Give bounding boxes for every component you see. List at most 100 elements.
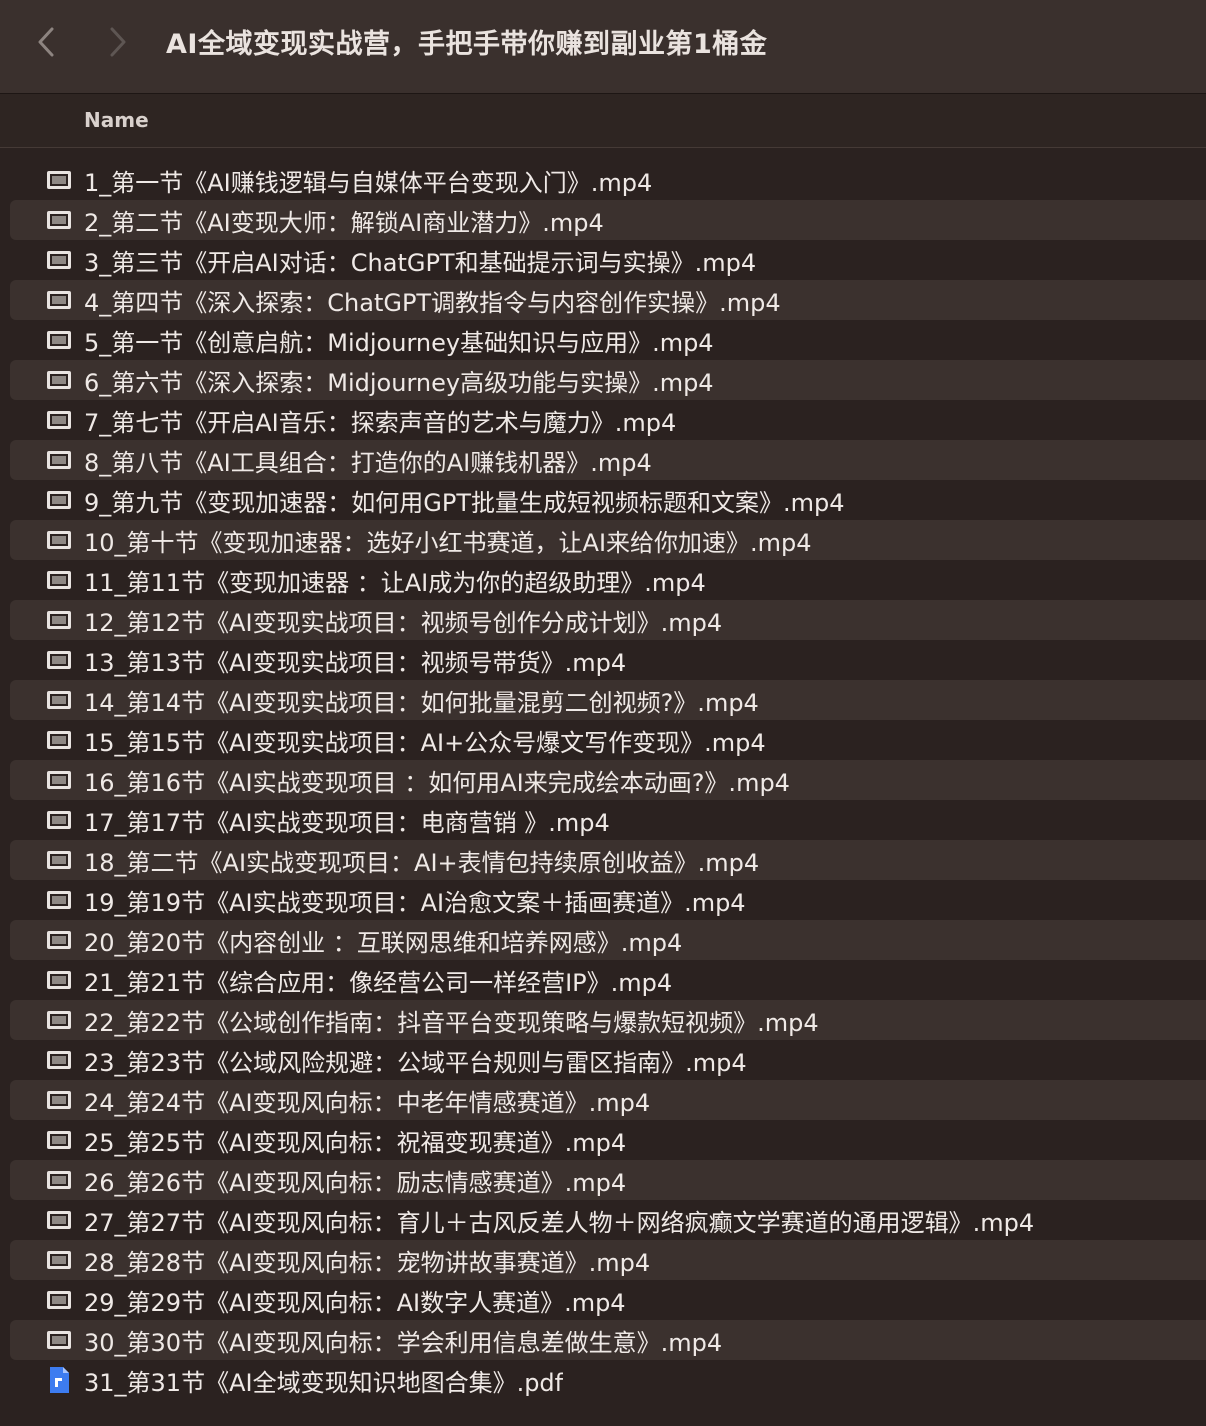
video-file-icon (44, 1167, 74, 1193)
file-row[interactable]: 4_第四节《深入探索：ChatGPT调教指令与内容创作实操》.mp4 (10, 280, 1206, 320)
file-row[interactable]: 24_第24节《AI变现风向标：中老年情感赛道》.mp4 (10, 1080, 1206, 1120)
file-name: 16_第16节《AI实战变现项目 ：如何用AI来完成绘本动画?》.mp4 (84, 768, 790, 797)
file-name: 18_第二节《AI实战变现项目：AI+表情包持续原创收益》.mp4 (84, 848, 760, 877)
file-name: 19_第19节《AI实战变现项目：AI治愈文案＋插画赛道》.mp4 (84, 888, 746, 917)
file-name: 2_第二节《AI变现大师：解锁AI商业潜力》.mp4 (84, 208, 604, 237)
video-file-icon (44, 727, 74, 753)
file-name: 31_第31节《AI全域变现知识地图合集》.pdf (84, 1368, 564, 1397)
file-row[interactable]: 7_第七节《开启AI音乐：探索声音的艺术与魔力》.mp4 (10, 400, 1206, 440)
file-name: 28_第28节《AI变现风向标：宠物讲故事赛道》.mp4 (84, 1248, 651, 1277)
file-name: 1_第一节《AI赚钱逻辑与自媒体平台变现入门》.mp4 (84, 168, 653, 197)
file-row[interactable]: 6_第六节《深入探索：Midjourney高级功能与实操》.mp4 (10, 360, 1206, 400)
video-file-icon (44, 167, 74, 193)
window-title: AI全域变现实战营，手把手带你赚到副业第1桶金 (166, 29, 768, 60)
file-name: 5_第一节《创意启航：Midjourney基础知识与应用》.mp4 (84, 328, 714, 357)
file-row[interactable]: 9_第九节《变现加速器：如何用GPT批量生成短视频标题和文案》.mp4 (10, 480, 1206, 520)
file-row[interactable]: 11_第11节《变现加速器 ：让AI成为你的超级助理》.mp4 (10, 560, 1206, 600)
file-list: 1_第一节《AI赚钱逻辑与自媒体平台变现入门》.mp4 2_第二节《AI变现大师：… (0, 160, 1206, 1400)
file-row[interactable]: 31_第31节《AI全域变现知识地图合集》.pdf (10, 1360, 1206, 1400)
file-row[interactable]: 10_第十节《变现加速器：选好小红书赛道，让AI来给你加速》.mp4 (10, 520, 1206, 560)
video-file-icon (44, 1127, 74, 1153)
file-row[interactable]: 27_第27节《AI变现风向标：育儿＋古风反差人物＋网络疯癫文学赛道的通用逻辑》… (10, 1200, 1206, 1240)
file-name: 9_第九节《变现加速器：如何用GPT批量生成短视频标题和文案》.mp4 (84, 488, 845, 517)
file-row[interactable]: 16_第16节《AI实战变现项目 ：如何用AI来完成绘本动画?》.mp4 (10, 760, 1206, 800)
video-file-icon (44, 607, 74, 633)
video-file-icon (44, 1287, 74, 1313)
file-name: 13_第13节《AI变现实战项目：视频号带货》.mp4 (84, 648, 627, 677)
file-row[interactable]: 19_第19节《AI实战变现项目：AI治愈文案＋插画赛道》.mp4 (10, 880, 1206, 920)
list-header: Name (0, 94, 1206, 148)
video-file-icon (44, 647, 74, 673)
video-file-icon (44, 847, 74, 873)
file-name: 25_第25节《AI变现风向标：祝福变现赛道》.mp4 (84, 1128, 627, 1157)
name-column-header[interactable]: Name (84, 108, 149, 132)
chevron-left-icon (38, 27, 54, 57)
back-button[interactable] (26, 20, 66, 64)
file-name: 23_第23节《公域风险规避：公域平台规则与雷区指南》.mp4 (84, 1048, 747, 1077)
file-row[interactable]: 17_第17节《AI实战变现项目：电商营销 》.mp4 (10, 800, 1206, 840)
file-row[interactable]: 3_第三节《开启AI对话：ChatGPT和基础提示词与实操》.mp4 (10, 240, 1206, 280)
file-name: 8_第八节《AI工具组合：打造你的AI赚钱机器》.mp4 (84, 448, 652, 477)
video-file-icon (44, 767, 74, 793)
file-name: 24_第24节《AI变现风向标：中老年情感赛道》.mp4 (84, 1088, 651, 1117)
file-name: 14_第14节《AI变现实战项目：如何批量混剪二创视频?》.mp4 (84, 688, 759, 717)
chevron-right-icon (110, 27, 126, 57)
file-name: 27_第27节《AI变现风向标：育儿＋古风反差人物＋网络疯癫文学赛道的通用逻辑》… (84, 1208, 1035, 1237)
video-file-icon (44, 487, 74, 513)
file-row[interactable]: 26_第26节《AI变现风向标：励志情感赛道》.mp4 (10, 1160, 1206, 1200)
video-file-icon (44, 807, 74, 833)
video-file-icon (44, 1207, 74, 1233)
video-file-icon (44, 967, 74, 993)
video-file-icon (44, 1047, 74, 1073)
file-name: 20_第20节《内容创业 ：互联网思维和培养网感》.mp4 (84, 928, 683, 957)
file-row[interactable]: 30_第30节《AI变现风向标：学会利用信息差做生意》.mp4 (10, 1320, 1206, 1360)
file-name: 17_第17节《AI实战变现项目：电商营销 》.mp4 (84, 808, 610, 837)
video-file-icon (44, 447, 74, 473)
video-file-icon (44, 1247, 74, 1273)
file-name: 7_第七节《开启AI音乐：探索声音的艺术与魔力》.mp4 (84, 408, 677, 437)
file-row[interactable]: 28_第28节《AI变现风向标：宠物讲故事赛道》.mp4 (10, 1240, 1206, 1280)
file-name: 6_第六节《深入探索：Midjourney高级功能与实操》.mp4 (84, 368, 714, 397)
file-row[interactable]: 13_第13节《AI变现实战项目：视频号带货》.mp4 (10, 640, 1206, 680)
forward-button[interactable] (98, 20, 138, 64)
file-name: 4_第四节《深入探索：ChatGPT调教指令与内容创作实操》.mp4 (84, 288, 781, 317)
file-row[interactable]: 12_第12节《AI变现实战项目：视频号创作分成计划》.mp4 (10, 600, 1206, 640)
video-file-icon (44, 567, 74, 593)
file-row[interactable]: 5_第一节《创意启航：Midjourney基础知识与应用》.mp4 (10, 320, 1206, 360)
file-name: 15_第15节《AI变现实战项目：AI+公众号爆文写作变现》.mp4 (84, 728, 766, 757)
file-row[interactable]: 14_第14节《AI变现实战项目：如何批量混剪二创视频?》.mp4 (10, 680, 1206, 720)
pdf-file-icon (44, 1367, 74, 1393)
video-file-icon (44, 1087, 74, 1113)
video-file-icon (44, 207, 74, 233)
video-file-icon (44, 247, 74, 273)
file-row[interactable]: 21_第21节《综合应用：像经营公司一样经营IP》.mp4 (10, 960, 1206, 1000)
video-file-icon (44, 327, 74, 353)
file-row[interactable]: 29_第29节《AI变现风向标：AI数字人赛道》.mp4 (10, 1280, 1206, 1320)
file-row[interactable]: 25_第25节《AI变现风向标：祝福变现赛道》.mp4 (10, 1120, 1206, 1160)
file-name: 26_第26节《AI变现风向标：励志情感赛道》.mp4 (84, 1168, 627, 1197)
window-titlebar: AI全域变现实战营，手把手带你赚到副业第1桶金 (0, 0, 1206, 94)
file-row[interactable]: 23_第23节《公域风险规避：公域平台规则与雷区指南》.mp4 (10, 1040, 1206, 1080)
video-file-icon (44, 1327, 74, 1353)
video-file-icon (44, 887, 74, 913)
file-row[interactable]: 15_第15节《AI变现实战项目：AI+公众号爆文写作变现》.mp4 (10, 720, 1206, 760)
video-file-icon (44, 1007, 74, 1033)
file-name: 21_第21节《综合应用：像经营公司一样经营IP》.mp4 (84, 968, 673, 997)
video-file-icon (44, 527, 74, 553)
file-row[interactable]: 1_第一节《AI赚钱逻辑与自媒体平台变现入门》.mp4 (10, 160, 1206, 200)
file-row[interactable]: 20_第20节《内容创业 ：互联网思维和培养网感》.mp4 (10, 920, 1206, 960)
file-name: 29_第29节《AI变现风向标：AI数字人赛道》.mp4 (84, 1288, 626, 1317)
video-file-icon (44, 287, 74, 313)
file-name: 30_第30节《AI变现风向标：学会利用信息差做生意》.mp4 (84, 1328, 723, 1357)
video-file-icon (44, 367, 74, 393)
file-name: 22_第22节《公域创作指南：抖音平台变现策略与爆款短视频》.mp4 (84, 1008, 819, 1037)
video-file-icon (44, 687, 74, 713)
file-row[interactable]: 18_第二节《AI实战变现项目：AI+表情包持续原创收益》.mp4 (10, 840, 1206, 880)
file-name: 3_第三节《开启AI对话：ChatGPT和基础提示词与实操》.mp4 (84, 248, 757, 277)
video-file-icon (44, 407, 74, 433)
file-name: 10_第十节《变现加速器：选好小红书赛道，让AI来给你加速》.mp4 (84, 528, 812, 557)
file-row[interactable]: 2_第二节《AI变现大师：解锁AI商业潜力》.mp4 (10, 200, 1206, 240)
video-file-icon (44, 927, 74, 953)
file-row[interactable]: 22_第22节《公域创作指南：抖音平台变现策略与爆款短视频》.mp4 (10, 1000, 1206, 1040)
file-row[interactable]: 8_第八节《AI工具组合：打造你的AI赚钱机器》.mp4 (10, 440, 1206, 480)
